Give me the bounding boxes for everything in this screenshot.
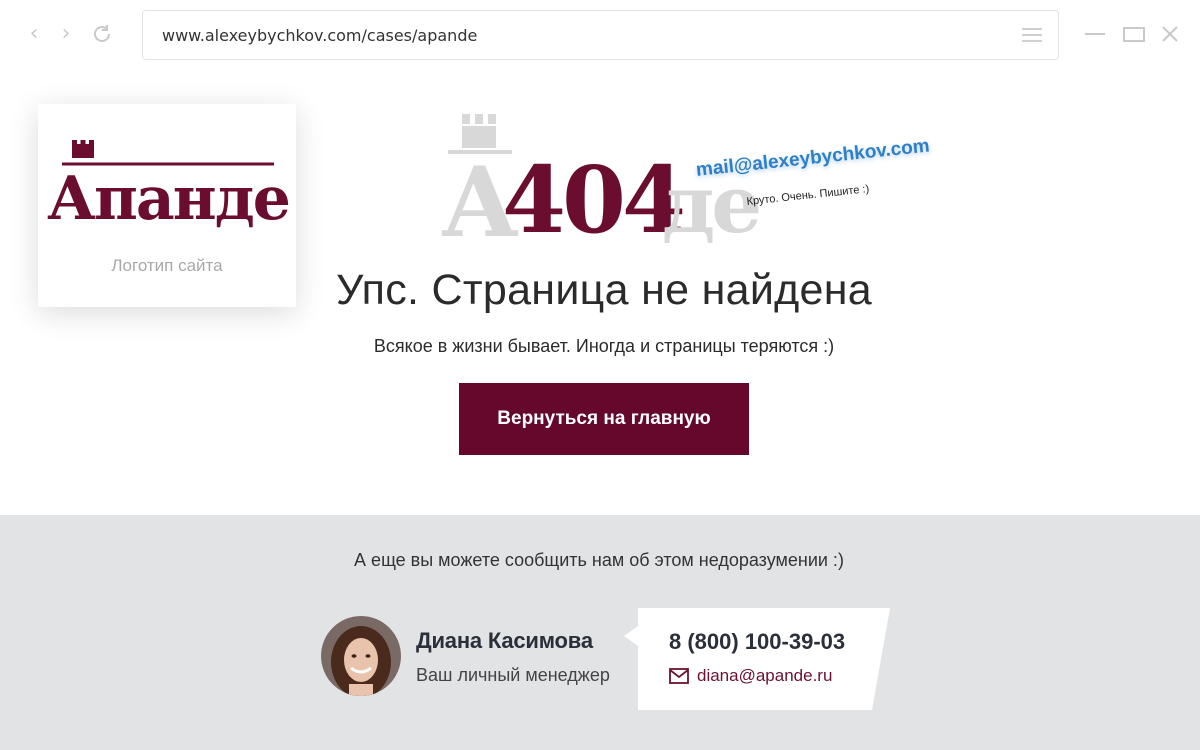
contact-card [624, 608, 890, 710]
envelope-icon [669, 668, 689, 684]
annotation-note: Круто. Очень. Пишите :) [746, 183, 870, 208]
menu-icon[interactable] [1022, 28, 1042, 42]
footer-text: А еще вы можете сообщить нам об этом нед… [354, 550, 844, 570]
maximize-icon[interactable] [1122, 22, 1146, 46]
site-logo: Апанде [47, 140, 291, 234]
svg-text:404: 404 [502, 146, 683, 254]
email-link[interactable]: diana@apande.ru [669, 665, 832, 687]
browser-chrome: ‹ › www.alexeybychkov.com/cases/apande [0, 0, 1200, 80]
avatar [321, 616, 401, 696]
manager-role: Ваш личный менеджер [416, 665, 610, 685]
phone-number[interactable]: 8 (800) 100-39-03 [669, 629, 845, 655]
logo-wordmark: Апанде [47, 164, 289, 234]
back-icon[interactable]: ‹ [22, 22, 46, 46]
error-404-art: А 404 де [441, 114, 760, 258]
reload-icon[interactable] [90, 22, 114, 46]
page-subtitle: Всякое в жизни бывает. Иногда и страницы… [373, 336, 835, 356]
minimize-icon[interactable] [1083, 22, 1107, 46]
address-bar[interactable]: www.alexeybychkov.com/cases/apande [142, 10, 1059, 60]
email-text[interactable]: diana@apande.ru [697, 666, 832, 686]
close-icon[interactable] [1158, 22, 1182, 46]
page-title: Упс. Страница не найдена [335, 266, 873, 314]
forward-icon[interactable]: › [54, 22, 78, 46]
manager-name: Диана Касимова [416, 628, 593, 653]
footer: А еще вы можете сообщить нам об этом нед… [0, 515, 1200, 750]
back-home-button[interactable]: Вернуться на главную [459, 383, 749, 455]
url-text[interactable]: www.alexeybychkov.com/cases/apande [162, 26, 477, 45]
